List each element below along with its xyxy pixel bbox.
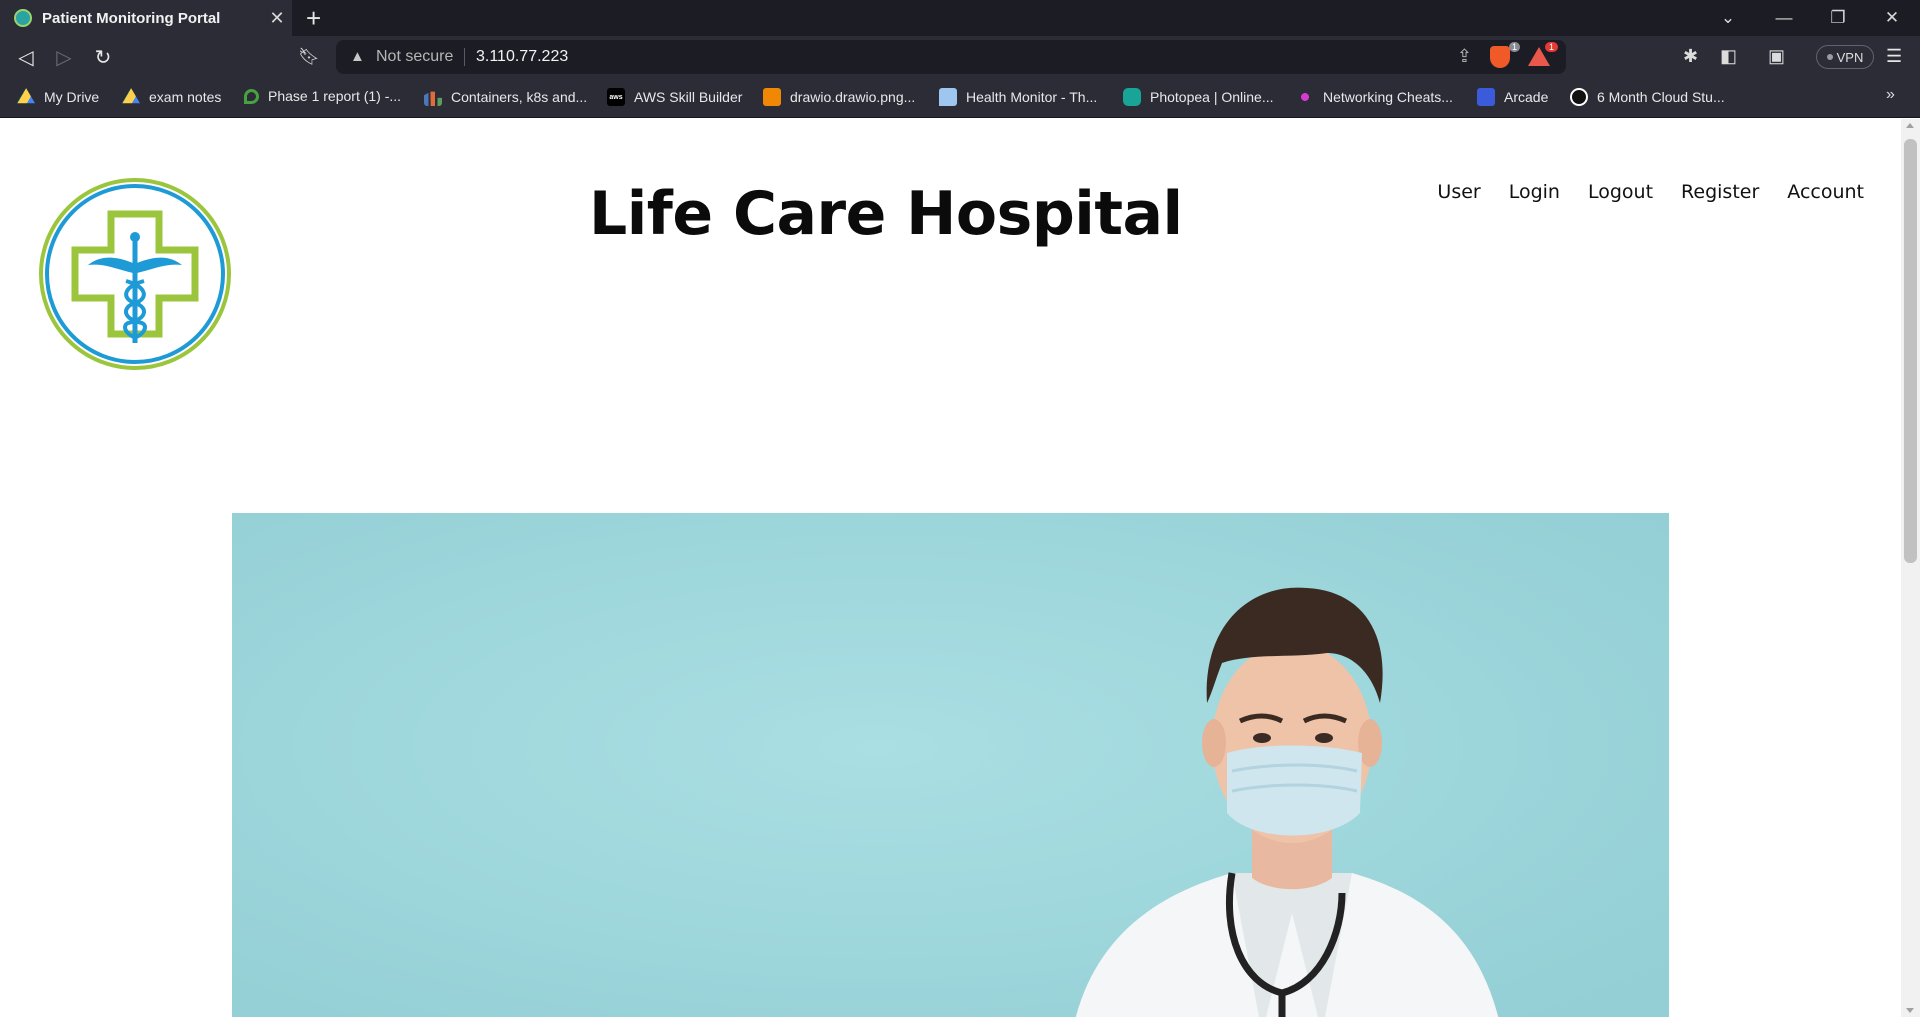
nav-login[interactable]: Login: [1509, 181, 1560, 203]
vpn-button[interactable]: VPN: [1816, 45, 1874, 69]
bookmark-item[interactable]: Networking Cheats...: [1296, 88, 1453, 106]
url-text[interactable]: 3.110.77.223: [476, 48, 568, 66]
new-tab-icon[interactable]: +: [306, 4, 321, 32]
restore-icon[interactable]: ❐: [1810, 0, 1866, 36]
page-scrollbar[interactable]: [1901, 119, 1920, 1017]
bookmark-icon[interactable]: 🔖︎: [295, 43, 323, 71]
drawio-icon: [763, 88, 781, 106]
page-viewport: Life Care Hospital User Login Logout Reg…: [0, 119, 1920, 1017]
more-bookmarks-icon[interactable]: »: [1886, 86, 1895, 104]
address-separator: [464, 48, 465, 66]
vpn-status-dot: [1826, 54, 1833, 60]
bookmark-item[interactable]: 6 Month Cloud Stu...: [1570, 88, 1725, 106]
reload-icon[interactable]: ↻: [89, 43, 117, 71]
photopea-icon: [1123, 88, 1141, 106]
doctor-illustration: [232, 513, 1669, 1017]
page-title: Life Care Hospital: [589, 179, 1183, 249]
scroll-down-arrow-icon[interactable]: [1906, 1008, 1914, 1013]
network-icon: [1296, 88, 1314, 106]
back-icon[interactable]: ◁: [12, 43, 40, 71]
wallet-icon[interactable]: ▣: [1768, 46, 1785, 67]
share-icon[interactable]: ⇪: [1457, 46, 1472, 67]
tab-search-chevron-icon[interactable]: ⌄: [1700, 0, 1756, 36]
minimize-icon[interactable]: —: [1756, 0, 1812, 36]
sidebar-icon[interactable]: ◧: [1720, 46, 1737, 67]
close-tab-icon[interactable]: ✕: [262, 8, 292, 29]
bar-chart-icon: [424, 91, 442, 106]
bookmark-item[interactable]: Phase 1 report (1) -...: [244, 88, 401, 104]
address-bar[interactable]: ▲ Not secure 3.110.77.223 ⇪ 1 1: [336, 40, 1566, 74]
nav-logout[interactable]: Logout: [1588, 181, 1653, 203]
site-nav: User Login Logout Register Account: [1437, 181, 1864, 203]
vpn-label: VPN: [1836, 49, 1864, 65]
warning-icon[interactable]: ▲: [350, 48, 365, 65]
shields-badge: 1: [1508, 42, 1520, 52]
github-icon: [1570, 88, 1588, 106]
overleaf-icon: [244, 88, 259, 104]
google-drive-icon: [17, 88, 35, 104]
arcade-icon: [1477, 88, 1495, 106]
google-drive-icon: [122, 88, 140, 104]
tab-title: Patient Monitoring Portal: [42, 9, 221, 27]
bookmark-item[interactable]: Arcade: [1477, 88, 1548, 106]
security-label[interactable]: Not secure: [376, 48, 453, 66]
brave-shields-icon[interactable]: [1490, 46, 1510, 68]
extensions-icon[interactable]: ✱: [1683, 46, 1698, 67]
hero-image: [232, 513, 1669, 1017]
bookmark-item[interactable]: Photopea | Online...: [1123, 88, 1274, 106]
bookmark-item[interactable]: Health Monitor - Th...: [939, 88, 1097, 106]
close-window-icon[interactable]: ✕: [1864, 0, 1920, 36]
forward-icon[interactable]: ▷: [50, 43, 78, 71]
bookmark-item[interactable]: drawio.drawio.png...: [763, 88, 915, 106]
browser-toolbar: ◁ ▷ ↻ 🔖︎ ▲ Not secure 3.110.77.223 ⇪ 1 1…: [0, 36, 1920, 78]
nav-register[interactable]: Register: [1681, 181, 1759, 203]
nav-user[interactable]: User: [1437, 181, 1480, 203]
menu-icon[interactable]: ☰: [1886, 46, 1902, 67]
bookmark-item[interactable]: aws AWS Skill Builder: [607, 88, 742, 106]
bookmark-item[interactable]: exam notes: [122, 88, 221, 106]
browser-tab-active[interactable]: Patient Monitoring Portal ✕: [0, 0, 292, 36]
aws-icon: aws: [607, 88, 625, 106]
tab-strip: Patient Monitoring Portal ✕ + ⌄ — ❐ ✕: [0, 0, 1920, 36]
rewards-badge: 1: [1544, 42, 1558, 52]
bookmark-item[interactable]: My Drive: [17, 88, 99, 106]
scroll-thumb[interactable]: [1904, 139, 1917, 563]
chat-icon: [939, 88, 957, 106]
bookmarks-bar: My Drive exam notes Phase 1 report (1) -…: [0, 78, 1920, 118]
scroll-up-arrow-icon[interactable]: [1906, 123, 1914, 128]
bookmark-item[interactable]: Containers, k8s and...: [424, 88, 587, 106]
hospital-logo: [39, 178, 231, 370]
site-favicon-icon: [14, 9, 32, 27]
nav-account[interactable]: Account: [1787, 181, 1864, 203]
